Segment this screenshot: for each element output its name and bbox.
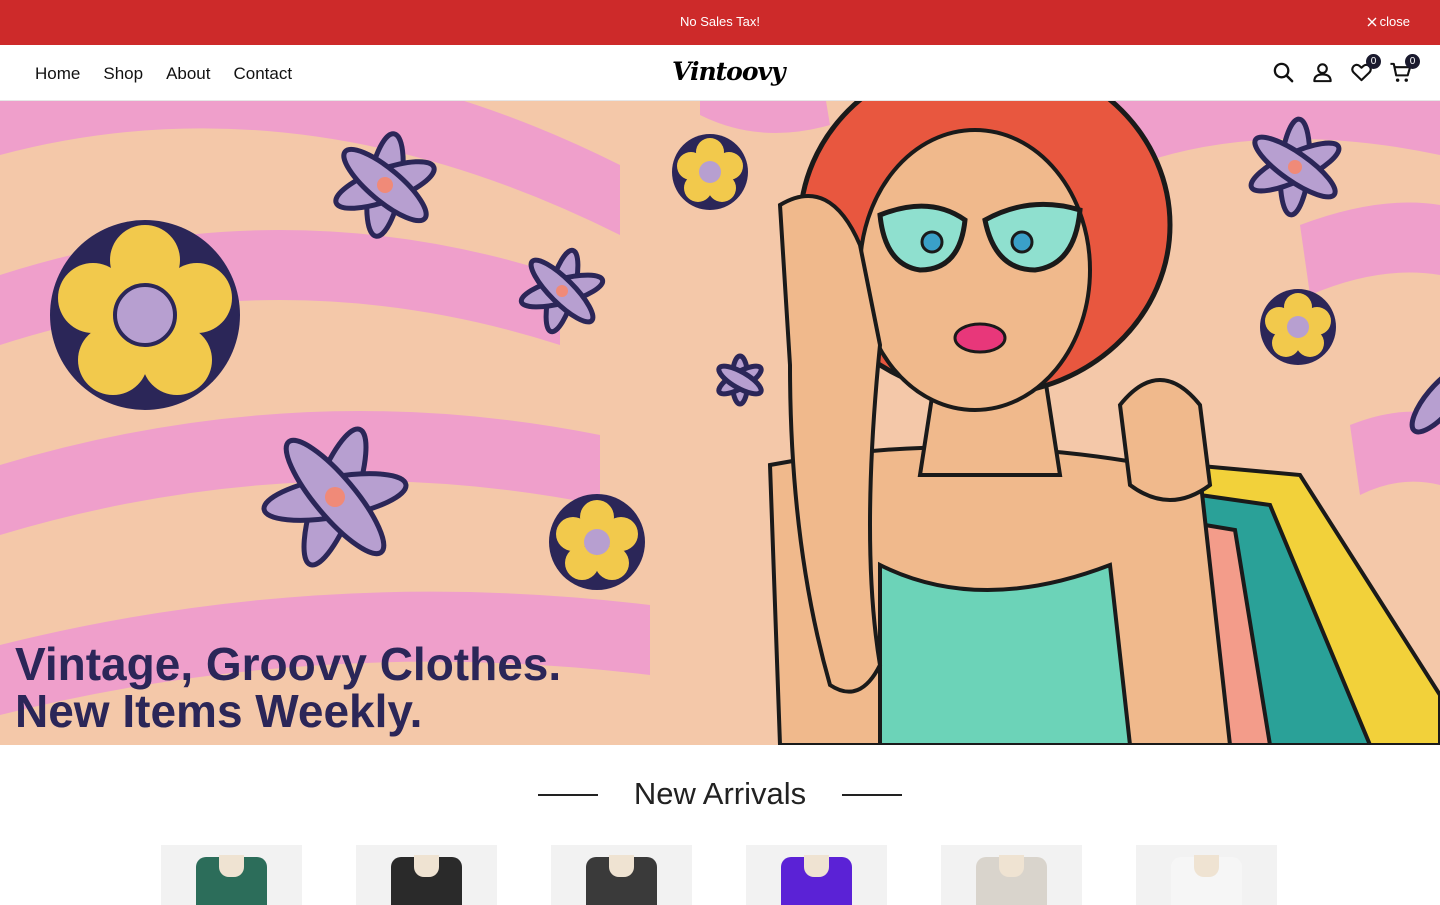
close-icon (1367, 17, 1377, 26)
nav-home[interactable]: Home (35, 64, 80, 84)
hero-headline-line-2: New Items Weekly. (15, 685, 423, 737)
product-card[interactable] (746, 845, 887, 905)
nav-about[interactable]: About (166, 64, 210, 84)
product-card[interactable] (551, 845, 692, 905)
site-logo[interactable]: Vintoovy (672, 57, 786, 86)
close-label: close (1379, 14, 1410, 29)
product-card[interactable] (1136, 845, 1277, 905)
hero-headline-line-1: Vintage, Groovy Clothes. (15, 638, 562, 690)
user-icon (1313, 63, 1332, 83)
heading-divider-right (842, 794, 902, 796)
announcement-message: No Sales Tax! (680, 14, 760, 29)
mannequin-neck (414, 855, 439, 877)
announcement-close-button[interactable]: close (1367, 14, 1410, 29)
main-nav: Home Shop About Contact (35, 64, 292, 84)
mannequin-neck (1194, 855, 1219, 877)
new-arrivals-heading: New Arrivals (0, 776, 1440, 816)
product-card[interactable] (356, 845, 497, 905)
wishlist-count-badge: 0 (1366, 54, 1381, 69)
cart-count-badge: 0 (1405, 54, 1420, 69)
nav-shop[interactable]: Shop (103, 64, 143, 84)
announcement-bar: No Sales Tax! close (0, 0, 1440, 45)
cart-button[interactable]: 0 (1389, 54, 1420, 84)
account-button[interactable] (1311, 61, 1334, 84)
wishlist-button[interactable]: 0 (1350, 54, 1381, 84)
product-card[interactable] (161, 845, 302, 905)
mannequin-neck (609, 855, 634, 877)
site-header: Home Shop About Contact Vintoovy 0 0 (0, 45, 1440, 101)
mannequin-neck (999, 855, 1024, 877)
search-button[interactable] (1272, 61, 1295, 84)
product-grid (161, 845, 1277, 905)
mannequin-neck (219, 855, 244, 877)
section-title: New Arrivals (633, 776, 807, 811)
nav-contact[interactable]: Contact (234, 64, 293, 84)
mannequin-neck (804, 855, 829, 877)
product-card[interactable] (941, 845, 1082, 905)
search-icon (1273, 62, 1294, 83)
hero-banner[interactable]: Vintage, Groovy Clothes. New Items Weekl… (0, 45, 1440, 745)
header-icons: 0 0 (1272, 54, 1420, 84)
hero-headline: Vintage, Groovy Clothes. New Items Weekl… (15, 641, 561, 735)
